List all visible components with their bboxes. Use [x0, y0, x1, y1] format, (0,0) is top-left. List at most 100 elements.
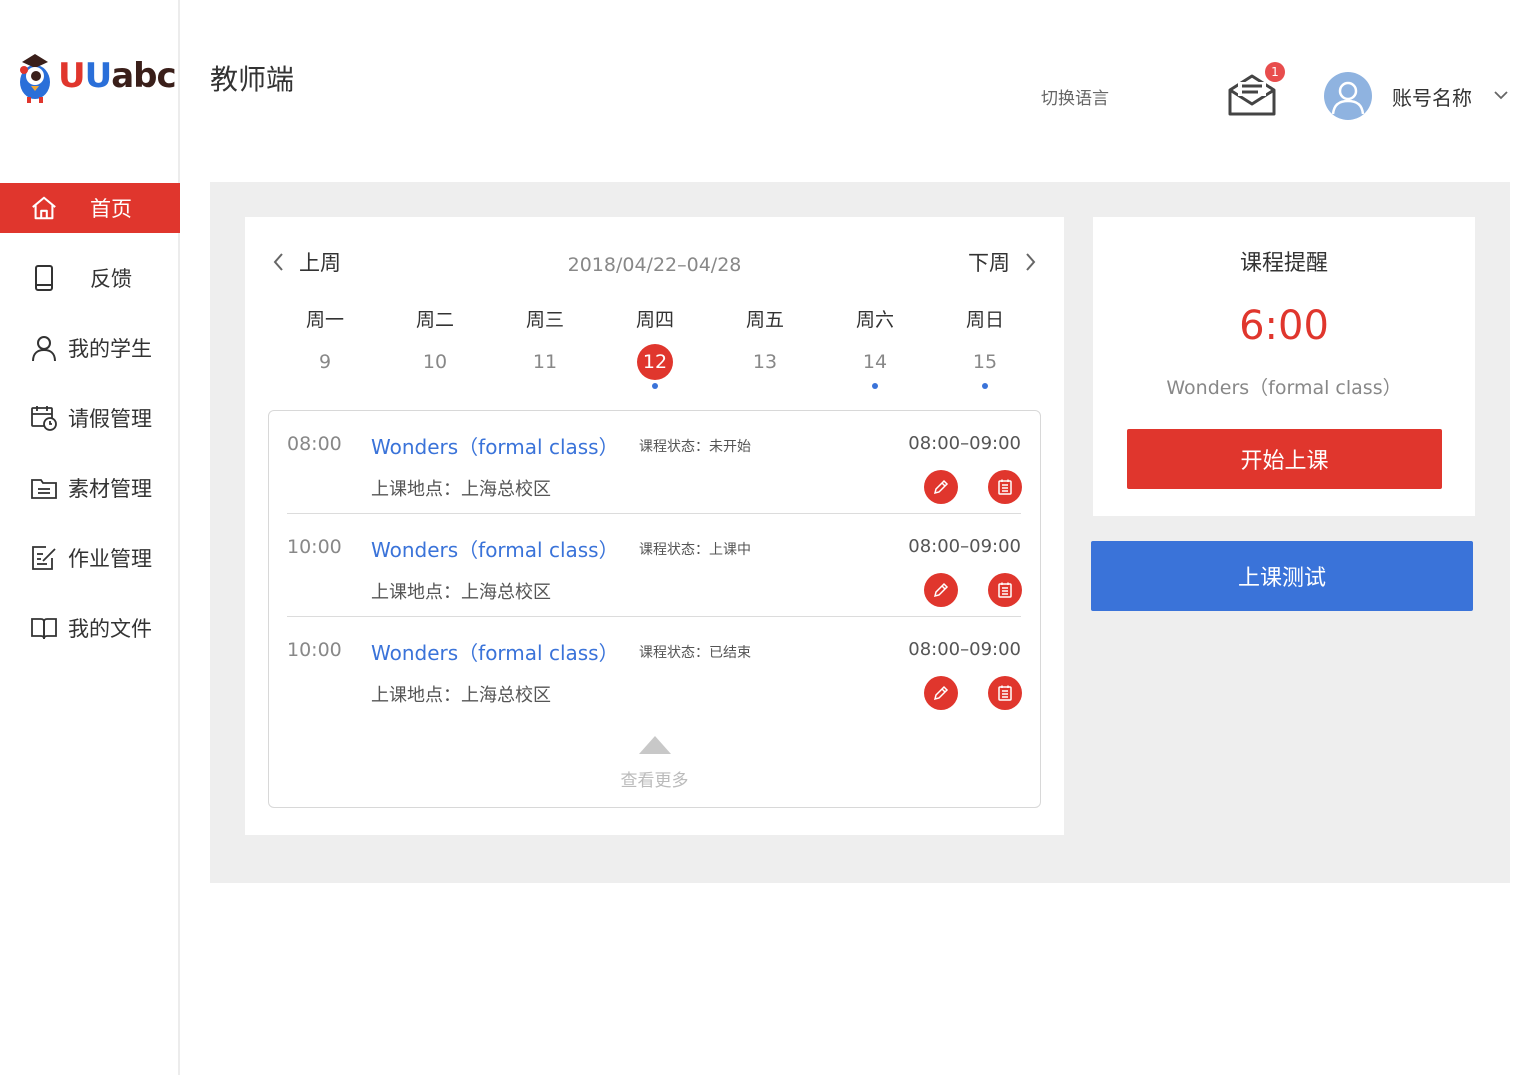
day-wed[interactable]: 周三 11 — [490, 305, 600, 400]
sidebar-item-home[interactable]: 首页 — [0, 183, 180, 233]
edit-button[interactable] — [924, 573, 958, 607]
pencil-icon — [933, 479, 949, 495]
owl-mascot-icon — [20, 54, 50, 103]
user-icon — [30, 334, 58, 362]
document-icon — [998, 582, 1012, 598]
day-date: 11 — [532, 351, 558, 373]
schedule-card: 上周 2018/04/22–04/28 下周 周一 9 周二 10 周三 11 … — [245, 217, 1064, 835]
pencil-icon — [933, 582, 949, 598]
next-week-button[interactable]: 下周 — [968, 247, 1038, 277]
day-date: 10 — [422, 351, 448, 373]
book-icon — [30, 614, 58, 642]
day-date: 13 — [752, 351, 778, 373]
class-location: 上课地点：上海总校区 — [371, 685, 551, 706]
page-title: 教师端 — [210, 63, 295, 96]
class-start-time: 08:00 — [287, 433, 342, 455]
week-range: 2018/04/22–04/28 — [567, 254, 742, 276]
day-name: 周五 — [745, 309, 784, 331]
class-start-time: 10:00 — [287, 639, 342, 661]
day-mon[interactable]: 周一 9 — [270, 305, 380, 400]
logo-text: UUabc — [58, 56, 177, 96]
sidebar-item-feedback[interactable]: 反馈 — [0, 253, 180, 303]
folder-icon — [30, 474, 58, 502]
class-indicator-dot — [652, 383, 658, 389]
view-more-label: 查看更多 — [620, 771, 689, 791]
sidebar-item-label: 首页 — [90, 197, 132, 221]
class-time-range: 08:00–09:00 — [908, 639, 1021, 660]
class-status: 课程状态：已结束 — [639, 645, 751, 661]
day-name: 周二 — [415, 309, 454, 331]
day-name: 周六 — [855, 309, 894, 331]
triangle-up-icon — [638, 736, 671, 754]
main-panel: 上周 2018/04/22–04/28 下周 周一 9 周二 10 周三 11 … — [210, 182, 1510, 883]
sidebar-item-label: 反馈 — [90, 267, 132, 291]
user-avatar-icon — [1331, 81, 1365, 115]
courseware-button[interactable] — [988, 676, 1022, 710]
day-thu[interactable]: 周四 12 — [600, 305, 710, 400]
sidebar-item-homework[interactable]: 作业管理 — [0, 533, 180, 583]
day-fri[interactable]: 周五 13 — [710, 305, 820, 400]
class-time-range: 08:00–09:00 — [908, 536, 1021, 557]
class-status: 课程状态：未开始 — [639, 439, 751, 455]
sidebar-item-leave-management[interactable]: 请假管理 — [0, 393, 180, 443]
class-name-link[interactable]: Wonders（formal class） — [371, 637, 619, 666]
account-name[interactable]: 账号名称 — [1392, 82, 1472, 111]
day-name: 周日 — [965, 309, 1004, 331]
class-indicator-dot — [982, 383, 988, 389]
avatar[interactable] — [1324, 72, 1372, 120]
day-date: 14 — [862, 351, 888, 373]
edit-button[interactable] — [924, 676, 958, 710]
list-item: 10:00 Wonders（formal class） 课程状态：已结束 08:… — [287, 617, 1022, 720]
class-name-link[interactable]: Wonders（formal class） — [371, 431, 619, 460]
reminder-course: Wonders（formal class） — [1166, 377, 1402, 399]
day-tue[interactable]: 周二 10 — [380, 305, 490, 400]
sidebar-item-label: 请假管理 — [68, 407, 152, 431]
courseware-button[interactable] — [988, 470, 1022, 504]
reminder-title: 课程提醒 — [1239, 251, 1328, 276]
day-date: 15 — [972, 351, 998, 373]
logo[interactable]: UUabc — [16, 48, 177, 104]
list-item: 10:00 Wonders（formal class） 课程状态：上课中 08:… — [287, 514, 1022, 617]
sidebar: UUabc 首页 反馈 我的学生 请假管理 素材管理 作业管理 我的文件 — [0, 0, 180, 1075]
edit-doc-icon — [30, 544, 58, 572]
courseware-button[interactable] — [988, 573, 1022, 607]
document-icon — [998, 479, 1012, 495]
class-location: 上课地点：上海总校区 — [371, 479, 551, 500]
day-name: 周四 — [635, 309, 674, 331]
sidebar-item-my-students[interactable]: 我的学生 — [0, 323, 180, 373]
class-time-range: 08:00–09:00 — [908, 433, 1021, 454]
day-date-selected: 12 — [637, 344, 673, 380]
day-sun[interactable]: 周日 15 — [930, 305, 1040, 400]
chevron-down-icon[interactable] — [1492, 86, 1510, 104]
start-class-button[interactable]: 开始上课 — [1127, 429, 1442, 489]
class-location: 上课地点：上海总校区 — [371, 582, 551, 603]
document-icon — [998, 685, 1012, 701]
switch-language-link[interactable]: 切换语言 — [1041, 84, 1109, 109]
calendar-clock-icon — [30, 404, 58, 432]
sidebar-item-materials[interactable]: 素材管理 — [0, 463, 180, 513]
pencil-icon — [933, 685, 949, 701]
week-days: 周一 9 周二 10 周三 11 周四 12 周五 13 周六 14 周日 15 — [270, 305, 1040, 400]
class-start-time: 10:00 — [287, 536, 342, 558]
class-indicator-dot — [872, 383, 878, 389]
class-name-link[interactable]: Wonders（formal class） — [371, 534, 619, 563]
day-name: 周一 — [305, 309, 344, 331]
day-sat[interactable]: 周六 14 — [820, 305, 930, 400]
home-icon — [30, 194, 58, 222]
reminder-time: 6:00 — [1239, 303, 1329, 349]
class-list: 08:00 Wonders（formal class） 课程状态：未开始 08:… — [268, 410, 1041, 808]
tablet-icon — [30, 264, 58, 292]
list-item: 08:00 Wonders（formal class） 课程状态：未开始 08:… — [287, 411, 1022, 514]
day-name: 周三 — [525, 309, 564, 331]
sidebar-item-label: 我的文件 — [68, 617, 152, 641]
sidebar-nav: 首页 反馈 我的学生 请假管理 素材管理 作业管理 我的文件 — [0, 183, 180, 673]
sidebar-item-my-files[interactable]: 我的文件 — [0, 603, 180, 653]
view-more-button[interactable]: 查看更多 — [269, 736, 1040, 791]
sidebar-item-label: 素材管理 — [68, 477, 152, 501]
class-reminder-card: 课程提醒 6:00 Wonders（formal class） 开始上课 — [1093, 217, 1475, 516]
day-date: 9 — [318, 351, 332, 373]
sidebar-item-label: 作业管理 — [68, 547, 152, 571]
edit-button[interactable] — [924, 470, 958, 504]
class-test-button[interactable]: 上课测试 — [1091, 541, 1473, 611]
mail-unread-badge: 1 — [1265, 62, 1285, 82]
